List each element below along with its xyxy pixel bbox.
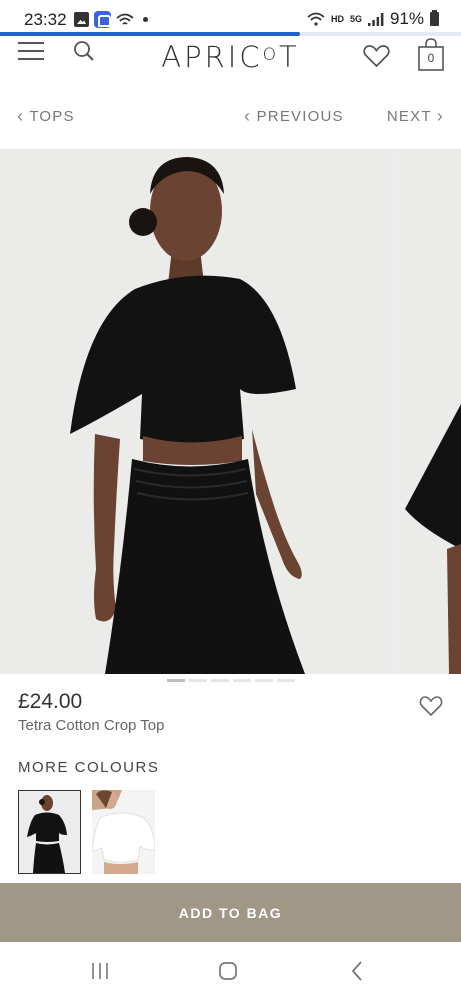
logo-text-pre: APRIC: [161, 40, 263, 74]
back-label: TOPS: [29, 108, 75, 125]
gallery-dots: [0, 679, 461, 683]
site-header: APRICOT 0: [0, 36, 461, 80]
back-icon[interactable]: [350, 960, 364, 982]
battery-icon: [430, 10, 439, 26]
more-colours-label: MORE COLOURS: [18, 759, 160, 776]
status-bar: 23:32 HD 5G 91%: [0, 0, 461, 36]
gallery-dot[interactable]: [254, 679, 273, 682]
gallery-dot[interactable]: [166, 679, 185, 682]
network-type: 5G: [349, 14, 362, 24]
gallery-dot[interactable]: [188, 679, 207, 682]
wifi-icon: [307, 12, 325, 26]
system-nav-bar: [0, 942, 461, 1000]
heart-icon[interactable]: [363, 44, 390, 68]
app-icon: [94, 11, 111, 28]
status-time: 23:32: [24, 10, 67, 29]
white-top-thumbnail: [92, 790, 155, 874]
gallery-dot[interactable]: [232, 679, 251, 682]
colour-swatch-black[interactable]: [18, 790, 81, 874]
status-left-icons: [74, 11, 148, 28]
photo-icon: [74, 12, 89, 27]
product-price: £24.00: [18, 690, 83, 713]
previous-label: PREVIOUS: [256, 108, 344, 125]
next-product-link[interactable]: NEXT ›: [387, 106, 444, 127]
chevron-right-icon: ›: [436, 106, 444, 126]
chevron-left-icon: ‹: [244, 106, 252, 126]
product-nav: ‹ TOPS ‹ PREVIOUS NEXT ›: [0, 104, 461, 130]
previous-product-link[interactable]: ‹ PREVIOUS: [244, 106, 344, 127]
site-logo[interactable]: APRICOT: [0, 40, 461, 74]
product-image[interactable]: [0, 149, 393, 674]
product-name: Tetra Cotton Crop Top: [18, 717, 165, 734]
signal-icon: [367, 12, 384, 26]
add-to-bag-button[interactable]: ADD TO BAG: [0, 883, 461, 942]
status-right: HD 5G 91%: [307, 9, 439, 29]
bag-count: 0: [427, 51, 435, 65]
wifi-icon: [116, 13, 134, 25]
heart-icon[interactable]: [419, 695, 443, 717]
logo-text-post: T: [278, 40, 300, 74]
notification-dot: [143, 17, 148, 22]
gallery-dot[interactable]: [276, 679, 295, 682]
model-photo-preview: [397, 149, 461, 674]
recent-apps-icon[interactable]: [90, 962, 110, 980]
bag-icon[interactable]: 0: [418, 38, 444, 71]
product-image-gallery[interactable]: [0, 149, 461, 674]
colour-swatch-white[interactable]: [92, 790, 155, 874]
next-product-image-preview[interactable]: [397, 149, 461, 674]
next-label: NEXT: [386, 108, 432, 125]
black-top-thumbnail: [19, 791, 80, 873]
battery-percent: 91%: [389, 9, 424, 28]
model-photo: [0, 149, 393, 674]
chevron-left-icon: ‹: [17, 106, 25, 126]
home-icon[interactable]: [218, 961, 238, 981]
back-to-category-link[interactable]: ‹ TOPS: [17, 106, 75, 127]
logo-text-o: O: [262, 45, 279, 65]
gallery-dot[interactable]: [210, 679, 229, 682]
network-label: HD: [330, 14, 344, 24]
